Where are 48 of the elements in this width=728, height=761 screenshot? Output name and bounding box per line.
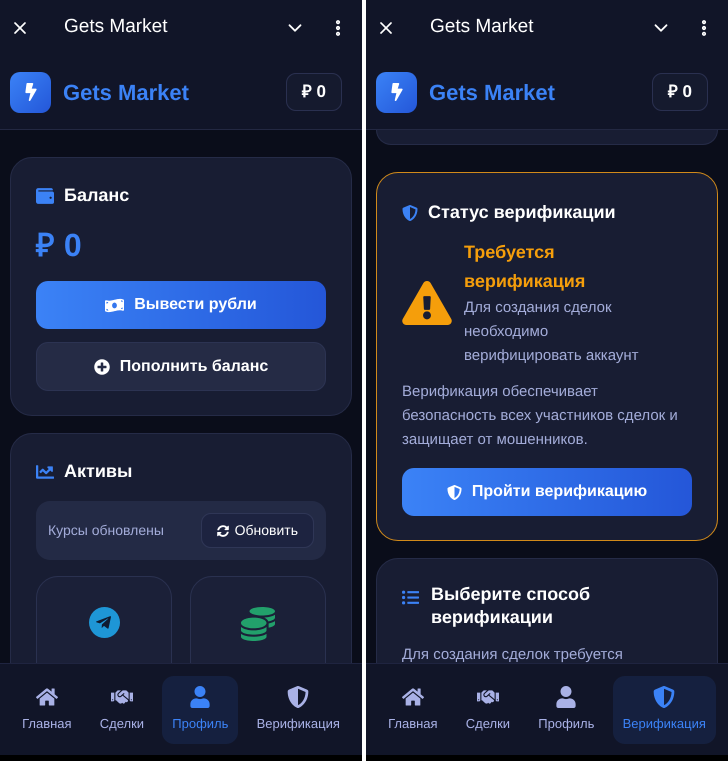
asset-tile[interactable] [190, 576, 326, 663]
method-description: Для создания сделок требуется [402, 645, 624, 663]
balance-badge[interactable]: ₽ 0 [286, 73, 342, 111]
shield-icon [402, 204, 418, 220]
top-up-button[interactable]: Пополнить баланс [36, 342, 326, 391]
verify-button[interactable]: Пройти верификацию [402, 468, 692, 516]
nav-tab[interactable]: Сделки [456, 676, 520, 744]
warning-icon [402, 281, 452, 325]
shield-icon [653, 686, 676, 708]
refresh-button[interactable]: Обновить [200, 513, 314, 548]
card-title: Статус верификации [428, 201, 616, 224]
nav-tab[interactable]: Главная [12, 676, 82, 744]
alert-text: Для создания сделок необходимо верифицировать аккаунт [464, 298, 640, 366]
asset-tile[interactable] [36, 576, 172, 663]
withdraw-button[interactable]: Вывести рубли [36, 281, 326, 329]
brand-name: Gets Market [63, 78, 189, 106]
window-title: Gets Market [64, 15, 168, 40]
logo-icon [376, 72, 417, 112]
nav-tab[interactable]: Верификация [246, 676, 350, 744]
shield-icon [287, 686, 310, 708]
nav-tab[interactable]: Верификация [612, 676, 716, 744]
balance-amount: ₽ 0 [36, 226, 82, 265]
user-icon [555, 686, 578, 708]
verification-description: Верификация обеспечивает безопасность всех участников сделок и защищает от мошенников. [402, 382, 679, 450]
refresh-icon [216, 524, 229, 536]
chart-icon [36, 462, 54, 480]
list-icon [402, 589, 419, 606]
wallet-icon [36, 186, 54, 204]
logo-icon [10, 72, 51, 112]
coins-icon [241, 607, 275, 641]
nav-tab[interactable]: Профиль [162, 676, 238, 744]
home-icon [402, 686, 424, 708]
balance-badge[interactable]: ₽ 0 [652, 73, 708, 111]
home-icon [36, 686, 58, 708]
card-title: Активы [64, 460, 132, 483]
rates-status: Курсы обновлены [48, 521, 164, 540]
alert-title: Требуется верификация [464, 241, 586, 293]
brand-name: Gets Market [429, 78, 555, 106]
shield-icon [446, 484, 462, 500]
user-icon [189, 686, 212, 708]
card-title: Баланс [64, 184, 130, 207]
nav-tab[interactable]: Главная [378, 676, 448, 744]
card-title: Выберите способ верификации [431, 583, 592, 629]
telegram-icon [88, 607, 120, 638]
window-title: Gets Market [430, 15, 534, 40]
nav-tab[interactable]: Сделки [90, 676, 154, 744]
nav-tab[interactable]: Профиль [528, 676, 604, 744]
plus-icon [94, 358, 110, 374]
